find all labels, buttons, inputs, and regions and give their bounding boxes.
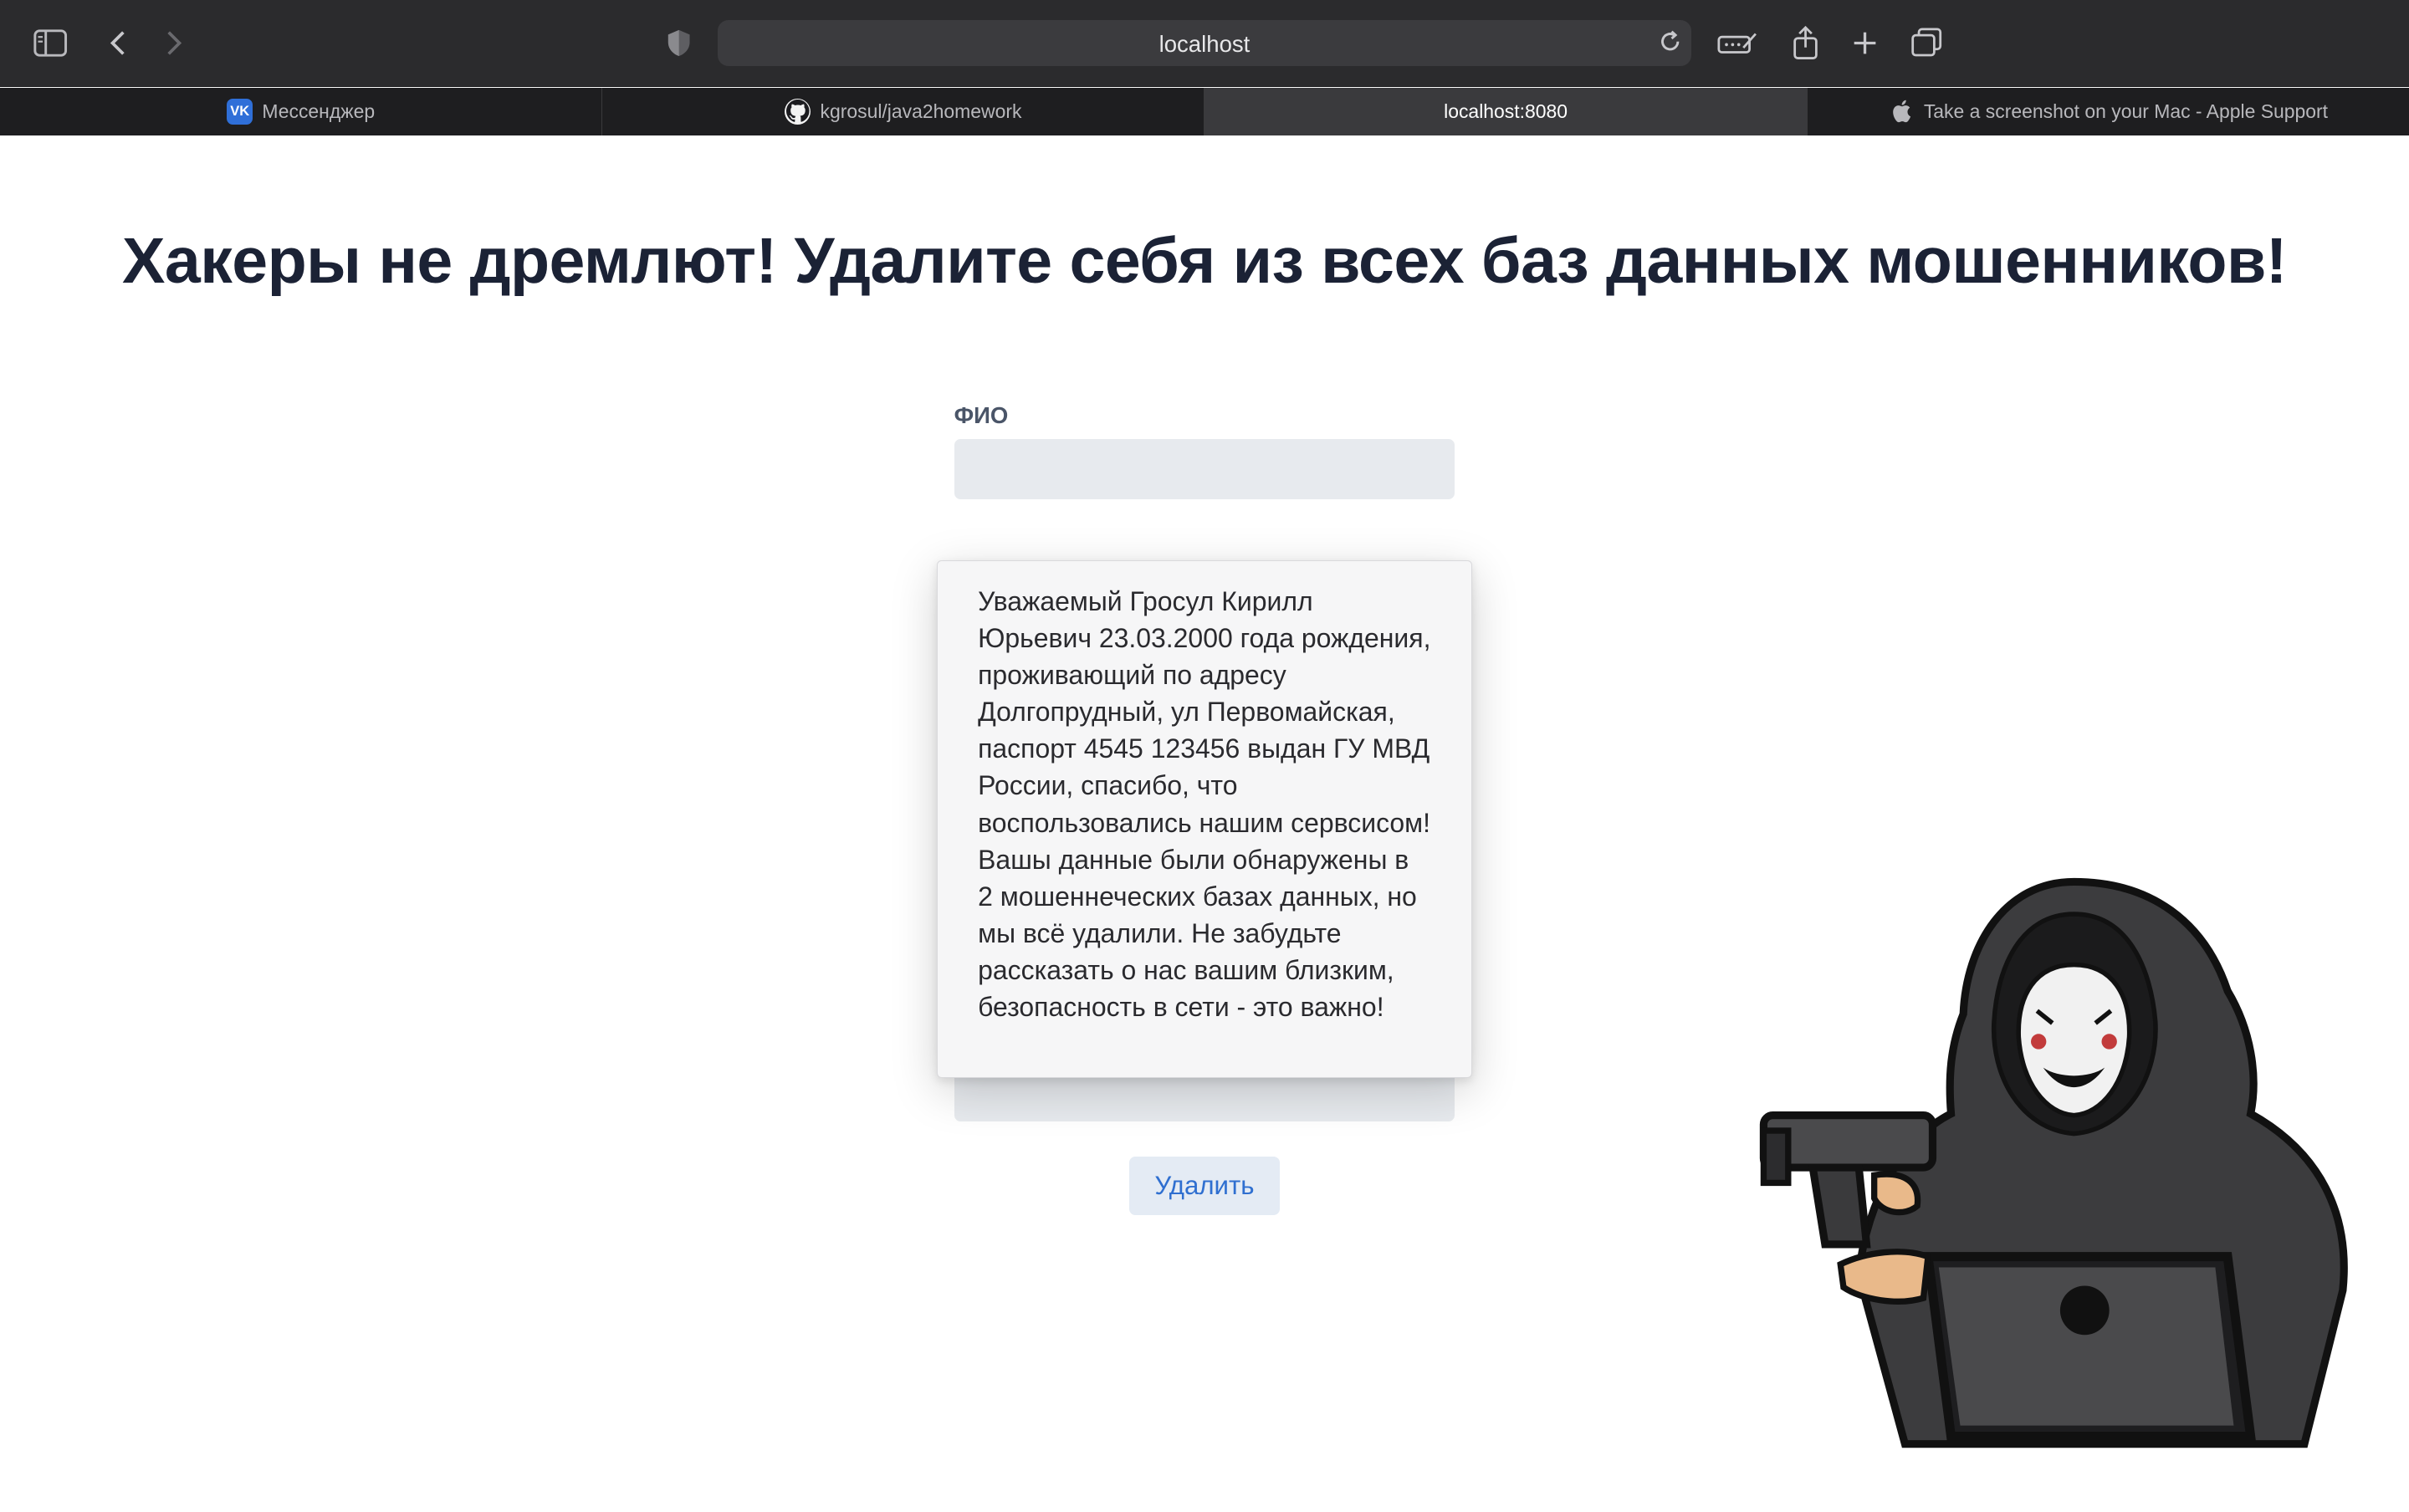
tab-overview-icon[interactable] (1908, 24, 1945, 61)
new-tab-plus-icon[interactable] (1847, 24, 1884, 61)
tab-label: localhost:8080 (1444, 100, 1568, 122)
popup-message: Уважаемый Гросул Кирилл Юрьевич 23.03.20… (978, 586, 1431, 1022)
tab-label: Мессенджер (262, 100, 376, 122)
password-key-icon[interactable] (1716, 24, 1759, 61)
tab-messenger[interactable]: VK Мессенджер (0, 87, 603, 135)
tab-github[interactable]: kgrosul/java2homework (602, 87, 1205, 135)
browser-toolbar: localhost (0, 0, 2409, 87)
result-popup: Уважаемый Гросул Кирилл Юрьевич 23.03.20… (937, 560, 1472, 1079)
tab-localhost[interactable]: localhost:8080 (1204, 87, 1808, 135)
vk-icon: VK (227, 98, 253, 125)
sidebar-toggle-icon[interactable] (33, 24, 69, 61)
fio-label: ФИО (954, 402, 1009, 429)
apple-icon (1889, 99, 1915, 125)
forward-icon[interactable] (156, 24, 193, 61)
privacy-shield-icon[interactable] (661, 24, 698, 61)
back-icon[interactable] (99, 24, 136, 61)
share-icon[interactable] (1787, 24, 1823, 61)
hacker-illustration (1721, 830, 2396, 1505)
tab-bar: VK Мессенджер kgrosul/java2homework loca… (0, 87, 2409, 135)
tab-apple-support[interactable]: Take a screenshot on your Mac - Apple Su… (1808, 88, 2409, 135)
address-text: localhost (1158, 30, 1251, 57)
github-icon (785, 98, 811, 125)
address-bar[interactable]: localhost (717, 19, 1692, 66)
delete-button[interactable]: Удалить (1128, 1157, 1280, 1215)
fio-input[interactable] (954, 439, 1455, 499)
tab-label: kgrosul/java2homework (820, 100, 1022, 122)
page-title: Хакеры не дремлют! Удалите себя из всех … (121, 225, 2288, 298)
reload-icon[interactable] (1658, 29, 1682, 60)
tab-label: Take a screenshot on your Mac - Apple Su… (1923, 100, 2329, 122)
